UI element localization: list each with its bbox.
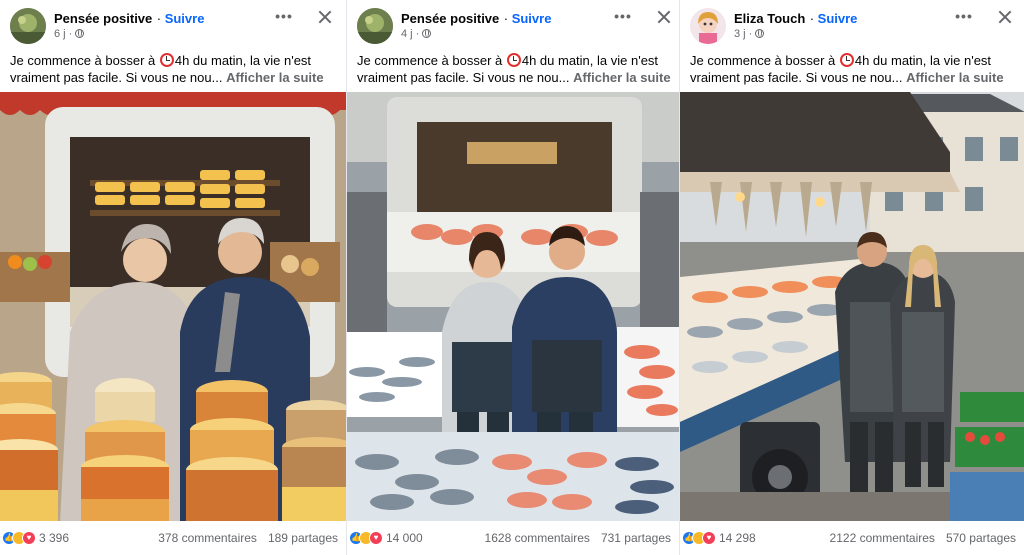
post-time[interactable]: 6 j · (54, 27, 204, 41)
alarm-clock-emoji (839, 53, 854, 67)
more-options-icon[interactable]: ••• (611, 8, 635, 26)
reaction-count: 14 298 (719, 531, 756, 545)
post-footer: 👍 ♥ 3 396 378 commentaires 189 partages (0, 529, 346, 549)
alarm-clock-emoji (506, 53, 521, 67)
follow-button[interactable]: Suivre (165, 11, 205, 26)
post-text: Je commence à bosser à 4h du matin, la v… (10, 53, 324, 85)
feed: Pensée positive · Suivre 6 j · ••• Je co… (0, 0, 1024, 555)
post-photo[interactable] (680, 92, 1024, 521)
close-icon[interactable] (653, 6, 675, 28)
globe-icon (75, 29, 85, 38)
reaction-count: 14 000 (386, 531, 423, 545)
post-photo[interactable] (0, 92, 346, 521)
post-time[interactable]: 4 j · (401, 27, 551, 41)
post-photo[interactable] (347, 92, 679, 521)
comment-count[interactable]: 2122 commentaires (830, 531, 935, 545)
page-avatar[interactable] (357, 8, 393, 44)
globe-icon (422, 29, 432, 38)
share-count[interactable]: 570 partages (946, 531, 1016, 545)
share-count[interactable]: 731 partages (601, 531, 671, 545)
see-more-link[interactable]: Afficher la suite (906, 70, 1004, 85)
post-header: Eliza Touch · Suivre 3 j · ••• (680, 0, 1024, 46)
comment-count[interactable]: 378 commentaires (158, 531, 257, 545)
alarm-clock-emoji (159, 53, 174, 67)
comment-count[interactable]: 1628 commentaires (485, 531, 590, 545)
post-text: Je commence à bosser à 4h du matin, la v… (357, 53, 671, 85)
follow-button[interactable]: Suivre (512, 11, 552, 26)
post-header: Pensée positive · Suivre 4 j · ••• (347, 0, 679, 46)
reaction-count: 3 396 (39, 531, 70, 545)
author-name[interactable]: Pensée positive (401, 11, 499, 26)
reactions-summary[interactable]: 👍 ♥ 3 396 (2, 531, 69, 545)
love-icon: ♥ (702, 531, 716, 545)
post-footer: 👍 ♥ 14 298 2122 commentaires 570 partages (680, 529, 1024, 549)
globe-icon (755, 29, 765, 38)
close-icon[interactable] (314, 6, 336, 28)
follow-button[interactable]: Suivre (818, 11, 858, 26)
more-options-icon[interactable]: ••• (272, 8, 296, 26)
see-more-link[interactable]: Afficher la suite (226, 70, 324, 85)
profile-avatar[interactable] (690, 8, 726, 44)
share-count[interactable]: 189 partages (268, 531, 338, 545)
close-icon[interactable] (994, 6, 1016, 28)
post-footer: 👍 ♥ 14 000 1628 commentaires 731 partages (347, 529, 679, 549)
page-avatar[interactable] (10, 8, 46, 44)
post-card: Pensée positive · Suivre 4 j · ••• Je co… (346, 0, 679, 555)
post-text: Je commence à bosser à 4h du matin, la v… (690, 53, 1004, 85)
post-header: Pensée positive · Suivre 6 j · ••• (0, 0, 346, 46)
reactions-summary[interactable]: 👍 ♥ 14 298 (682, 531, 756, 545)
love-icon: ♥ (22, 531, 36, 545)
post-time[interactable]: 3 j · (734, 27, 857, 41)
post-card: Eliza Touch · Suivre 3 j · ••• Je commen… (679, 0, 1024, 555)
see-more-link[interactable]: Afficher la suite (573, 70, 671, 85)
more-options-icon[interactable]: ••• (952, 8, 976, 26)
post-card: Pensée positive · Suivre 6 j · ••• Je co… (0, 0, 346, 555)
reactions-summary[interactable]: 👍 ♥ 14 000 (349, 531, 423, 545)
author-name[interactable]: Eliza Touch (734, 11, 805, 26)
love-icon: ♥ (369, 531, 383, 545)
author-name[interactable]: Pensée positive (54, 11, 152, 26)
